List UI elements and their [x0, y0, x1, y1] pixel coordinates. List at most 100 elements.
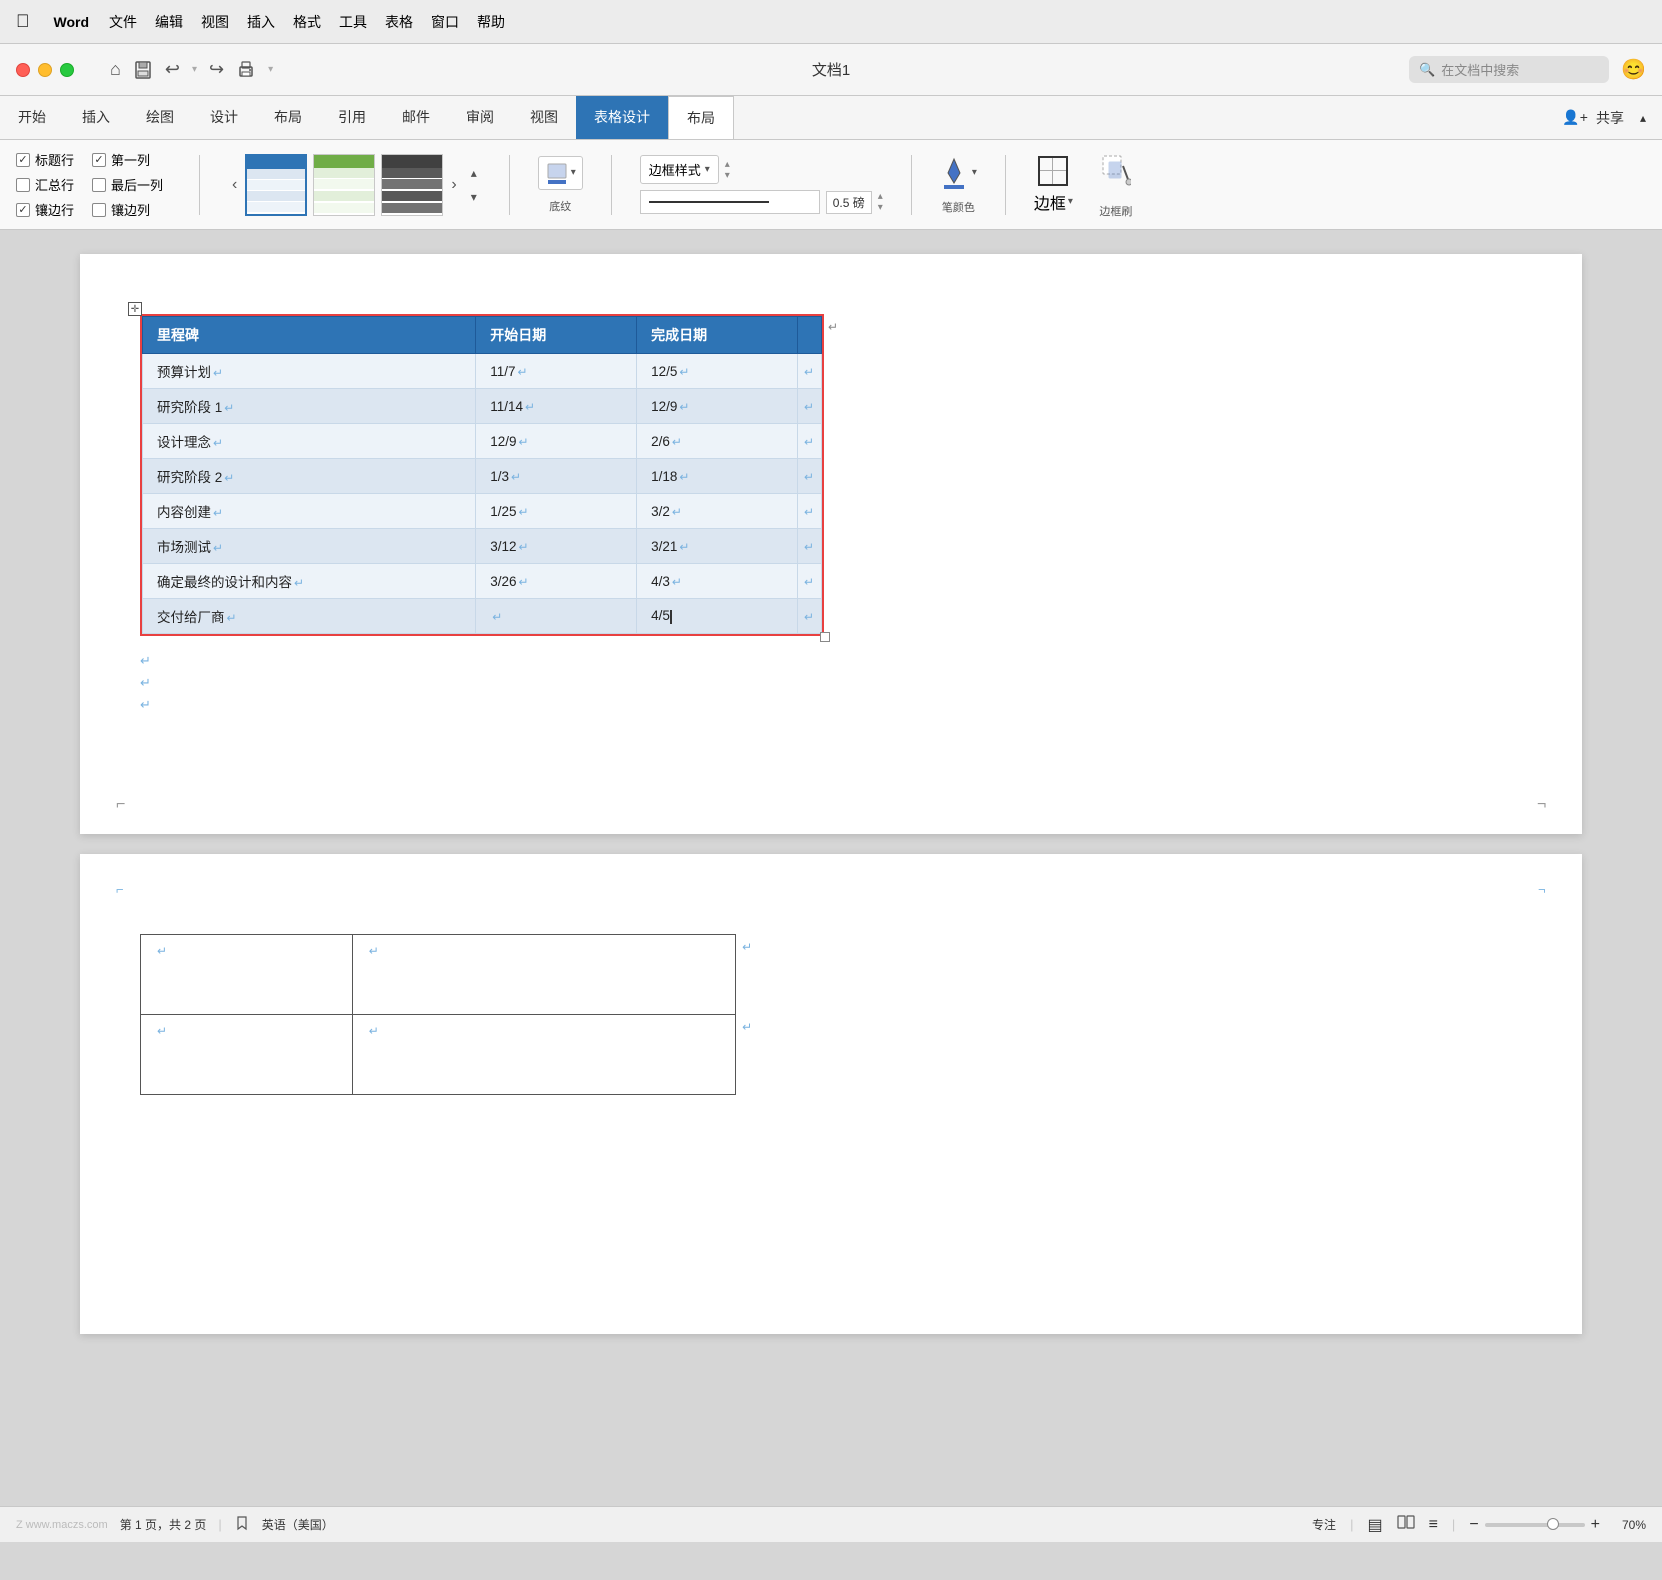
cell-end-1[interactable]: 12/9↵	[637, 389, 798, 424]
tab-table-layout[interactable]: 布局	[668, 96, 734, 139]
bookmark-icon[interactable]	[234, 1515, 250, 1534]
total-row-cb[interactable]	[16, 178, 30, 192]
checkbox-last-col[interactable]: 最后一列	[92, 175, 163, 194]
cell-milestone-6[interactable]: 确定最终的设计和内容↵	[143, 564, 476, 599]
style-nav-up[interactable]: ‹	[228, 172, 241, 198]
tab-insert[interactable]: 插入	[64, 96, 128, 139]
border-line-preview-btn[interactable]	[640, 190, 820, 214]
search-box[interactable]: 🔍 在文档中搜索	[1409, 56, 1609, 83]
zoom-in-button[interactable]: +	[1591, 1516, 1600, 1534]
tab-home[interactable]: 开始	[0, 96, 64, 139]
checkbox-first-col[interactable]: 第一列	[92, 150, 150, 169]
cell-end-6[interactable]: 4/3↵	[637, 564, 798, 599]
print-icon[interactable]	[236, 60, 256, 80]
border-weight-down[interactable]: ▾	[725, 170, 730, 181]
pen-color-arrow[interactable]: ▾	[972, 167, 977, 178]
tab-layout[interactable]: 布局	[256, 96, 320, 139]
apple-menu[interactable]: 	[16, 11, 30, 32]
close-button[interactable]	[16, 63, 30, 77]
zoom-track[interactable]	[1485, 1523, 1585, 1527]
menu-format[interactable]: 格式	[293, 12, 321, 32]
border-weight-up[interactable]: ▴	[725, 159, 730, 170]
cell-start-1[interactable]: 11/14↵	[476, 389, 637, 424]
table-move-handle[interactable]: ✛	[128, 302, 142, 316]
tab-table-design[interactable]: 表格设计	[576, 96, 668, 139]
pen-color-button[interactable]: ▾	[940, 155, 977, 191]
zoom-out-button[interactable]: −	[1469, 1516, 1478, 1534]
border-style-button[interactable]: 边框样式 ▾	[640, 155, 719, 184]
tab-references[interactable]: 引用	[320, 96, 384, 139]
minimize-button[interactable]	[38, 63, 52, 77]
cell-milestone-4[interactable]: 内容创建↵	[143, 494, 476, 529]
zoom-level[interactable]: 70%	[1614, 1518, 1646, 1532]
checkbox-total-row[interactable]: 汇总行	[16, 175, 74, 194]
style-thumb-dark[interactable]	[381, 154, 443, 216]
style-scroll-down[interactable]: ▾	[467, 186, 481, 208]
banded-cols-cb[interactable]	[92, 203, 106, 217]
menu-file[interactable]: 文件	[109, 12, 137, 32]
cell-milestone-1[interactable]: 研究阶段 1↵	[143, 389, 476, 424]
weight-spinner-up[interactable]: ▴	[878, 191, 883, 202]
border-weight-display[interactable]: 0.5 磅	[826, 191, 872, 214]
shading-button[interactable]: ▾	[538, 156, 583, 190]
page2-cell-1[interactable]: ↵	[141, 935, 353, 1015]
cell-start-5[interactable]: 3/12↵	[476, 529, 637, 564]
last-col-cb[interactable]	[92, 178, 106, 192]
style-thumb-blue-active[interactable]	[245, 154, 307, 216]
menu-insert[interactable]: 插入	[247, 12, 275, 32]
tab-view[interactable]: 视图	[512, 96, 576, 139]
cell-start-0[interactable]: 11/7↵	[476, 354, 637, 389]
table-resize-handle[interactable]	[820, 632, 830, 642]
style-scroll-up[interactable]: ▴	[467, 162, 481, 184]
checkbox-banded-rows[interactable]: 镶边行	[16, 200, 74, 219]
save-icon[interactable]	[133, 60, 153, 80]
checkbox-header-row[interactable]: 标题行	[16, 150, 74, 169]
cell-start-6[interactable]: 3/26↵	[476, 564, 637, 599]
cell-start-4[interactable]: 1/25↵	[476, 494, 637, 529]
menu-view[interactable]: 视图	[201, 12, 229, 32]
page2-cell-4[interactable]: ↵	[352, 1015, 735, 1095]
redo-icon[interactable]: ↪	[209, 59, 224, 80]
cell-milestone-0[interactable]: 预算计划↵	[143, 354, 476, 389]
home-icon[interactable]: ⌂	[110, 59, 121, 80]
cell-milestone-7[interactable]: 交付给厂商↵	[143, 599, 476, 634]
layout-list-icon[interactable]: ≡	[1429, 1516, 1438, 1534]
cell-end-7[interactable]: 4/5	[637, 599, 798, 634]
page2-cell-3[interactable]: ↵	[141, 1015, 353, 1095]
tab-mail[interactable]: 邮件	[384, 96, 448, 139]
menu-edit[interactable]: 编辑	[155, 12, 183, 32]
border-style-arrow[interactable]: ▾	[705, 164, 710, 175]
cell-end-0[interactable]: 12/5↵	[637, 354, 798, 389]
page2-cell-2[interactable]: ↵	[352, 935, 735, 1015]
cell-milestone-2[interactable]: 设计理念↵	[143, 424, 476, 459]
account-icon[interactable]: 😊	[1621, 57, 1646, 82]
shading-dropdown-arrow[interactable]: ▾	[571, 167, 576, 178]
checkbox-banded-cols[interactable]: 镶边列	[92, 200, 150, 219]
cell-end-5[interactable]: 3/21↵	[637, 529, 798, 564]
menu-tools[interactable]: 工具	[339, 12, 367, 32]
tab-review[interactable]: 审阅	[448, 96, 512, 139]
language-status[interactable]: 英语（美国）	[262, 1516, 334, 1533]
cell-end-3[interactable]: 1/18↵	[637, 459, 798, 494]
style-nav-down[interactable]: ›	[447, 172, 460, 198]
cell-start-3[interactable]: 1/3↵	[476, 459, 637, 494]
borders-arrow[interactable]: ▾	[1068, 196, 1073, 207]
share-button[interactable]: 👤+ 共享 ▴	[1562, 108, 1662, 128]
zoom-thumb[interactable]	[1547, 1518, 1559, 1530]
cell-start-7[interactable]: ↵	[476, 599, 637, 634]
weight-spinner-down[interactable]: ▾	[878, 202, 883, 213]
tab-draw[interactable]: 绘图	[128, 96, 192, 139]
cell-end-4[interactable]: 3/2↵	[637, 494, 798, 529]
banded-rows-cb[interactable]	[16, 203, 30, 217]
tab-design[interactable]: 设计	[192, 96, 256, 139]
menu-window[interactable]: 窗口	[431, 12, 459, 32]
cell-start-2[interactable]: 12/9↵	[476, 424, 637, 459]
undo-icon[interactable]: ↩	[165, 59, 180, 80]
menu-help[interactable]: 帮助	[477, 12, 505, 32]
border-painter-button[interactable]	[1097, 150, 1135, 195]
maximize-button[interactable]	[60, 63, 74, 77]
first-col-cb[interactable]	[92, 153, 106, 167]
cell-milestone-3[interactable]: 研究阶段 2↵	[143, 459, 476, 494]
cell-milestone-5[interactable]: 市场测试↵	[143, 529, 476, 564]
menu-table[interactable]: 表格	[385, 12, 413, 32]
